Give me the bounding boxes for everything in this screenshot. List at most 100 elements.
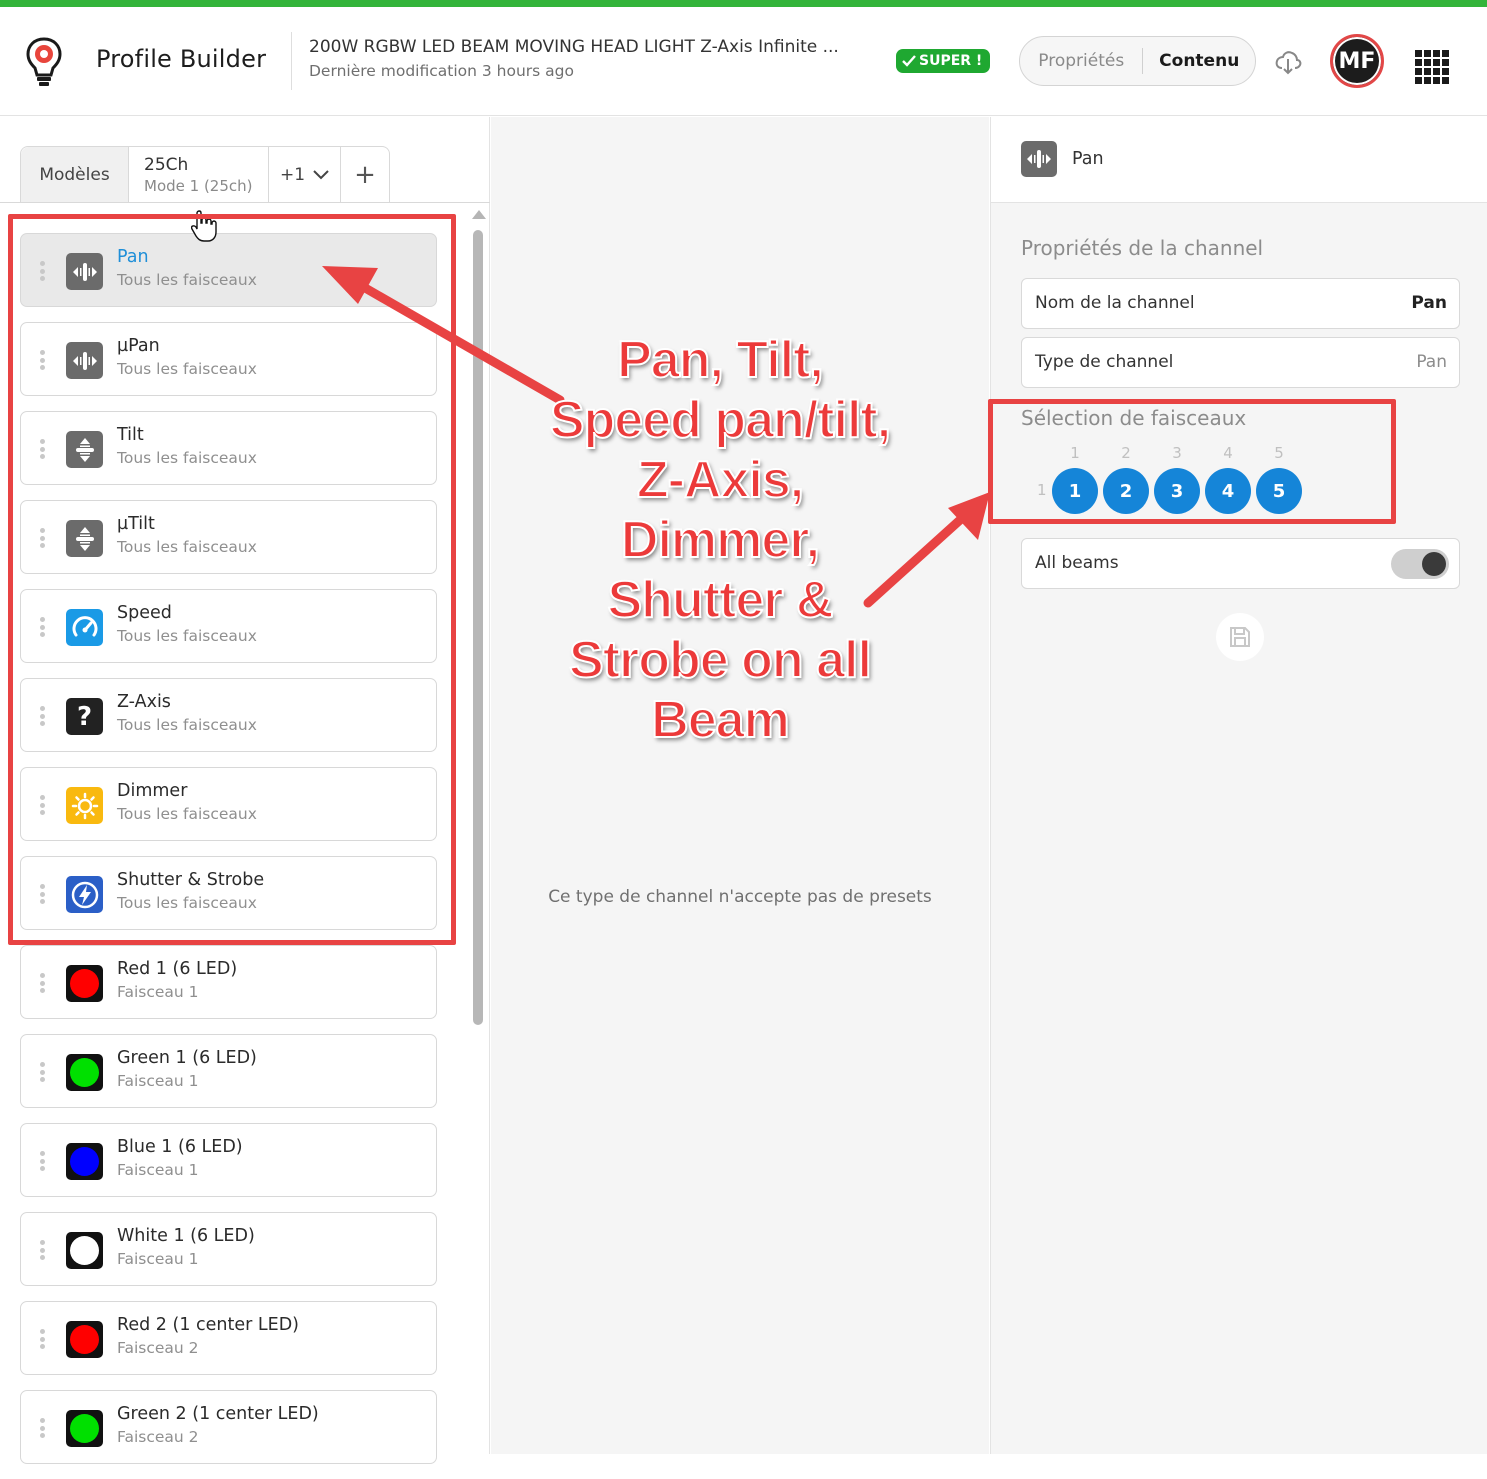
color-swatch-icon bbox=[66, 1410, 103, 1447]
channel-list: Pan Tous les faisceaux µPan Tous les faisce… bbox=[20, 233, 437, 1479]
mode-tabs: Modèles 25Ch Mode 1 (25ch) +1 + bbox=[20, 146, 390, 203]
drag-handle-icon[interactable] bbox=[40, 350, 46, 370]
tab-properties[interactable]: Propriétés bbox=[1020, 48, 1144, 74]
channel-name: µPan bbox=[117, 336, 160, 356]
scrollbar[interactable] bbox=[471, 210, 486, 1030]
channel-card[interactable]: Tilt Tous les faisceaux bbox=[20, 411, 437, 485]
channel-name: Red 1 (6 LED) bbox=[117, 959, 238, 979]
drag-handle-icon[interactable] bbox=[40, 1240, 46, 1260]
toggle-knob bbox=[1422, 552, 1446, 576]
hand-cursor-icon bbox=[191, 210, 217, 242]
channel-name-field[interactable]: Nom de la channel Pan bbox=[1021, 278, 1460, 329]
properties-title: Propriétés de la channel bbox=[1021, 236, 1264, 260]
drag-handle-icon[interactable] bbox=[40, 528, 46, 548]
channel-beams: Tous les faisceaux bbox=[117, 894, 257, 912]
channel-beams: Faisceau 1 bbox=[117, 983, 199, 1001]
channel-card[interactable]: Red 1 (6 LED) Faisceau 1 bbox=[20, 945, 437, 1019]
channel-type-label: Type de channel bbox=[1035, 352, 1174, 372]
lightbulb-logo-icon bbox=[26, 37, 62, 86]
channel-card[interactable]: µTilt Tous les faisceaux bbox=[20, 500, 437, 574]
channel-card[interactable]: Dimmer Tous les faisceaux bbox=[20, 767, 437, 841]
tab-mode-25ch[interactable]: 25Ch Mode 1 (25ch) bbox=[129, 147, 269, 203]
avatar[interactable]: MF bbox=[1330, 34, 1384, 88]
channel-card[interactable]: µPan Tous les faisceaux bbox=[20, 322, 437, 396]
channel-name: Blue 1 (6 LED) bbox=[117, 1137, 243, 1157]
pan-icon bbox=[1021, 141, 1057, 177]
color-swatch-icon bbox=[66, 965, 103, 1002]
beam-column-label: 5 bbox=[1274, 444, 1284, 462]
beam-button[interactable]: 1 bbox=[1052, 468, 1098, 514]
color-swatch-icon bbox=[66, 1232, 103, 1269]
selected-channel-header: Pan bbox=[991, 117, 1487, 203]
channel-card[interactable]: Green 1 (6 LED) Faisceau 1 bbox=[20, 1034, 437, 1108]
channel-properties-panel: Pan Propriétés de la channel Nom de la c… bbox=[990, 117, 1487, 1454]
save-icon bbox=[1230, 627, 1250, 647]
beam-column-label: 1 bbox=[1070, 444, 1080, 462]
channel-beams: Tous les faisceaux bbox=[117, 627, 257, 645]
apps-grid-icon[interactable] bbox=[1415, 50, 1449, 84]
channel-type-field[interactable]: Type de channel Pan bbox=[1021, 337, 1460, 388]
check-icon bbox=[902, 55, 916, 67]
drag-handle-icon[interactable] bbox=[40, 261, 46, 281]
channel-beams: Tous les faisceaux bbox=[117, 360, 257, 378]
pan-icon bbox=[66, 342, 103, 379]
beam-selection-title: Sélection de faisceaux bbox=[1021, 406, 1247, 430]
drag-handle-icon[interactable] bbox=[40, 1062, 46, 1082]
channel-beams: Faisceau 1 bbox=[117, 1250, 199, 1268]
view-toggle: Propriétés Contenu bbox=[1019, 36, 1256, 86]
drag-handle-icon[interactable] bbox=[40, 617, 46, 637]
channel-card[interactable]: Blue 1 (6 LED) Faisceau 1 bbox=[20, 1123, 437, 1197]
scroll-thumb[interactable] bbox=[473, 230, 483, 1025]
question-icon: ? bbox=[66, 698, 103, 735]
app-title: Profile Builder bbox=[96, 45, 267, 73]
beam-row-label: 1 bbox=[1037, 481, 1047, 499]
drag-handle-icon[interactable] bbox=[40, 1418, 46, 1438]
channel-type-value[interactable]: Pan bbox=[1416, 352, 1447, 372]
drag-handle-icon[interactable] bbox=[40, 1151, 46, 1171]
status-badge: SUPER ! bbox=[896, 49, 991, 73]
channel-card[interactable]: White 1 (6 LED) Faisceau 1 bbox=[20, 1212, 437, 1286]
channel-beams: Tous les faisceaux bbox=[117, 716, 257, 734]
presets-panel: Ce type de channel n'accepte pas de pres… bbox=[491, 117, 989, 1454]
drag-handle-icon[interactable] bbox=[40, 1329, 46, 1349]
save-button[interactable] bbox=[1216, 613, 1264, 661]
beam-column-label: 3 bbox=[1172, 444, 1182, 462]
channel-name: White 1 (6 LED) bbox=[117, 1226, 255, 1246]
sun-icon bbox=[66, 787, 103, 824]
channel-card[interactable]: Shutter & Strobe Tous les faisceaux bbox=[20, 856, 437, 930]
beam-button[interactable]: 4 bbox=[1205, 468, 1251, 514]
beam-button[interactable]: 3 bbox=[1154, 468, 1200, 514]
chevron-down-icon bbox=[313, 170, 329, 180]
channel-name-value[interactable]: Pan bbox=[1411, 293, 1447, 313]
beam-button[interactable]: 2 bbox=[1103, 468, 1149, 514]
all-beams-label: All beams bbox=[1035, 553, 1119, 573]
channel-name-label: Nom de la channel bbox=[1035, 293, 1195, 313]
channel-beams: Tous les faisceaux bbox=[117, 271, 257, 289]
channel-card[interactable]: Pan Tous les faisceaux bbox=[20, 233, 437, 307]
tab-models[interactable]: Modèles bbox=[21, 147, 129, 203]
more-modes-dropdown[interactable]: +1 bbox=[269, 147, 341, 203]
document-title[interactable]: 200W RGBW LED BEAM MOVING HEAD LIGHT Z-A… bbox=[309, 37, 839, 57]
channel-list-panel: Modèles 25Ch Mode 1 (25ch) +1 + Pan Tous … bbox=[0, 117, 490, 1464]
channel-name: Shutter & Strobe bbox=[117, 870, 265, 890]
cloud-download-icon[interactable] bbox=[1273, 47, 1303, 77]
all-beams-toggle[interactable] bbox=[1391, 549, 1449, 579]
drag-handle-icon[interactable] bbox=[40, 973, 46, 993]
drag-handle-icon[interactable] bbox=[40, 706, 46, 726]
drag-handle-icon[interactable] bbox=[40, 884, 46, 904]
tab-content[interactable]: Contenu bbox=[1143, 51, 1255, 71]
all-beams-field: All beams bbox=[1021, 538, 1460, 589]
channel-beams: Faisceau 1 bbox=[117, 1072, 199, 1090]
add-mode-button[interactable]: + bbox=[341, 147, 389, 203]
channel-name: Pan bbox=[117, 247, 149, 267]
channel-card[interactable]: Red 2 (1 center LED) Faisceau 2 bbox=[20, 1301, 437, 1375]
beam-button[interactable]: 5 bbox=[1256, 468, 1302, 514]
channel-beams: Faisceau 2 bbox=[117, 1339, 199, 1357]
scroll-up-arrow[interactable] bbox=[472, 210, 486, 219]
channel-card[interactable]: Green 2 (1 center LED) Faisceau 2 bbox=[20, 1390, 437, 1464]
channel-card[interactable]: ? Z-Axis Tous les faisceaux bbox=[20, 678, 437, 752]
channel-card[interactable]: Speed Tous les faisceaux bbox=[20, 589, 437, 663]
drag-handle-icon[interactable] bbox=[40, 439, 46, 459]
tabs-divider bbox=[0, 202, 490, 203]
drag-handle-icon[interactable] bbox=[40, 795, 46, 815]
